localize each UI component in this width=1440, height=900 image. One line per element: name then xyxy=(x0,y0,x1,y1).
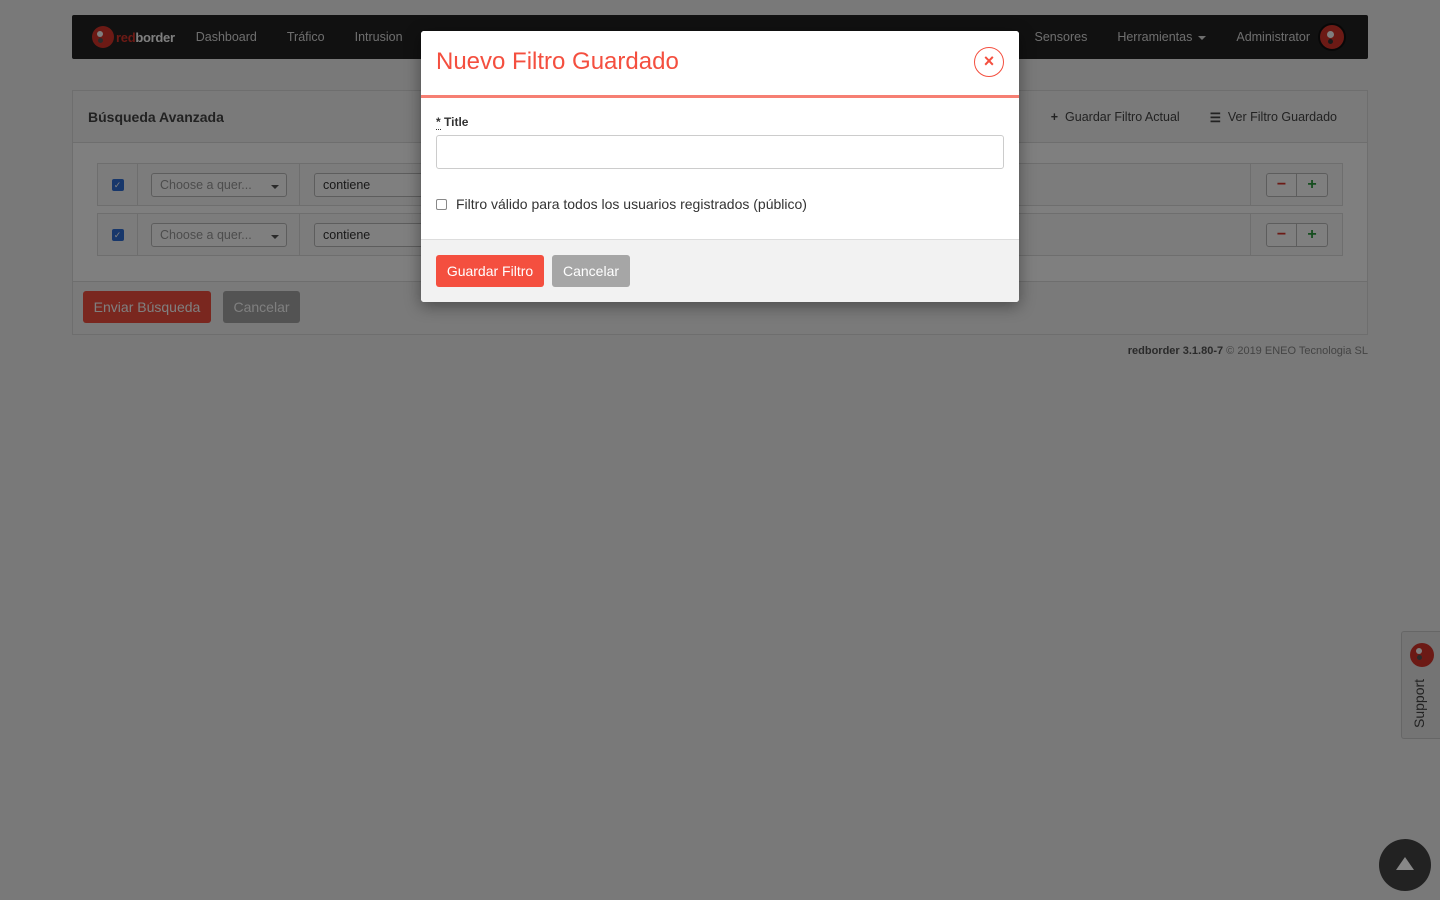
scroll-to-top-button[interactable] xyxy=(1379,839,1431,891)
cancel-modal-button[interactable]: Cancelar xyxy=(552,255,630,287)
title-label-text: Title xyxy=(444,115,469,129)
public-checkbox-label: Filtro válido para todos los usuarios re… xyxy=(456,196,807,212)
save-filter-button[interactable]: Guardar Filtro xyxy=(436,255,544,287)
modal-header: Nuevo Filtro Guardado × xyxy=(421,31,1019,98)
required-marker: * xyxy=(436,115,441,130)
new-saved-filter-modal: Nuevo Filtro Guardado × * Title Filtro v… xyxy=(421,31,1019,302)
title-field-label: * Title xyxy=(436,115,469,130)
modal-footer: Guardar Filtro Cancelar xyxy=(421,239,1019,302)
public-filter-option: Filtro válido para todos los usuarios re… xyxy=(436,196,807,212)
public-checkbox[interactable] xyxy=(436,198,447,210)
modal-title: Nuevo Filtro Guardado xyxy=(436,48,679,75)
close-icon[interactable]: × xyxy=(974,47,1004,77)
title-input[interactable] xyxy=(436,135,1004,169)
